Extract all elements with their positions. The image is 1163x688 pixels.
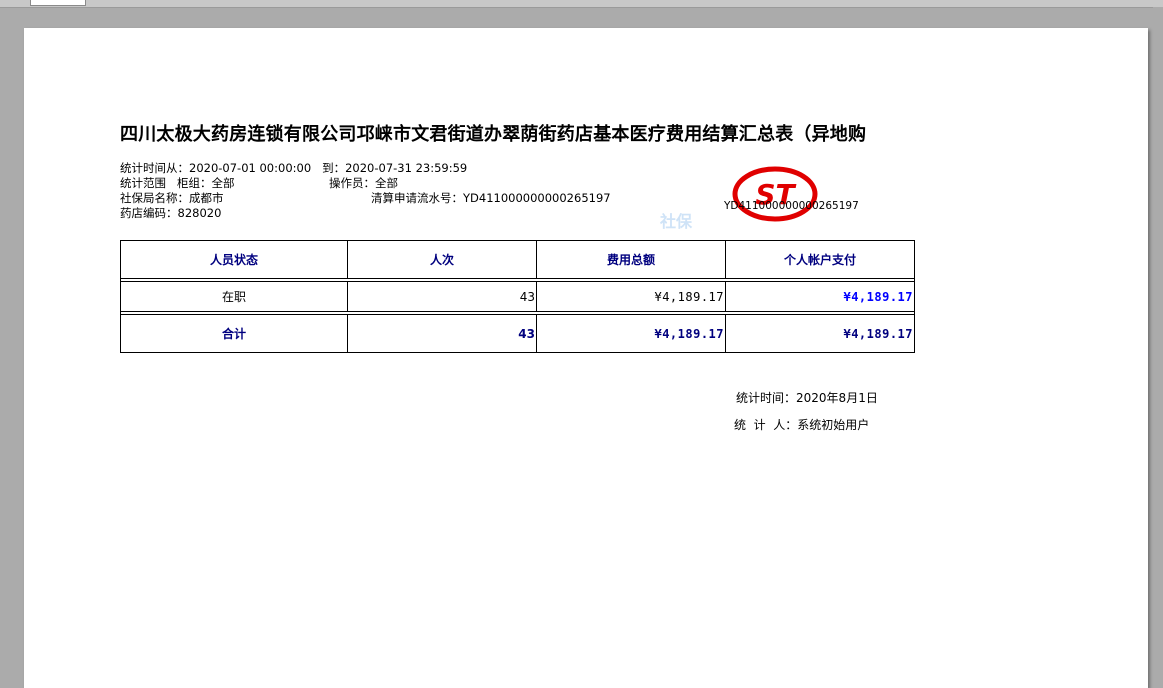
report-title: 四川太极大药房连锁有限公司邛崃市文君街道办翠荫街药店基本医疗费用结算汇总表（异地… xyxy=(120,124,867,145)
header-count: 人次 xyxy=(347,240,537,279)
scope-label: 统计范围 xyxy=(120,176,166,190)
total-personal: ¥4,189.17 xyxy=(725,314,915,353)
serial-label: 清算申请流水号： xyxy=(371,191,463,205)
total-amount: ¥4,189.17 xyxy=(536,314,726,353)
stamp-seal-icon: ST xyxy=(732,166,818,222)
operator-value: 全部 xyxy=(375,176,398,190)
period-line: 统计时间从：2020-07-01 00:00:00 到：2020-07-31 2… xyxy=(120,161,467,175)
viewer-right-margin xyxy=(1153,7,1163,678)
bureau-label: 社保局名称： xyxy=(120,191,189,205)
bureau-line: 社保局名称：成都市 xyxy=(120,191,224,205)
header-status: 人员状态 xyxy=(120,240,348,279)
stat-time-value: 2020年8月1日 xyxy=(796,391,878,405)
serial-line: 清算申请流水号：YD411000000000265197 xyxy=(371,191,611,205)
serial-value: YD411000000000265197 xyxy=(463,191,611,205)
settlement-table: 人员状态 人次 费用总额 个人帐户支付 在职 43 ¥4,189.17 ¥4,1… xyxy=(120,240,915,353)
stat-person-label: 统 计 人： xyxy=(734,418,798,432)
table-row: 在职 43 ¥4,189.17 ¥4,189.17 xyxy=(120,281,915,312)
total-label: 合计 xyxy=(120,314,348,353)
store-code-value: 828020 xyxy=(177,206,222,220)
stamp-serial: YD411000000000265197 xyxy=(724,200,859,212)
period-label: 统计时间从： xyxy=(120,161,189,175)
watermark-text: 社保 xyxy=(660,212,693,231)
bureau-value: 成都市 xyxy=(189,191,224,205)
store-code-label: 药店编码： xyxy=(120,206,178,220)
table-header-row: 人员状态 人次 费用总额 个人帐户支付 xyxy=(120,240,915,279)
total-count: 43 xyxy=(347,314,537,353)
cell-count: 43 xyxy=(347,281,537,312)
toolbar-tab[interactable] xyxy=(30,0,86,6)
store-code-line: 药店编码：828020 xyxy=(120,206,221,220)
counter-value: 全部 xyxy=(211,176,235,190)
header-personal: 个人帐户支付 xyxy=(725,240,915,279)
table-total-row: 合计 43 ¥4,189.17 ¥4,189.17 xyxy=(120,314,915,353)
stat-person-line: 统 计 人：系统初始用户 xyxy=(734,416,869,433)
viewer-toolbar xyxy=(0,0,1163,8)
cell-total: ¥4,189.17 xyxy=(536,281,726,312)
operator-line: 操作员：全部 xyxy=(329,176,398,190)
operator-label: 操作员： xyxy=(329,176,375,190)
header-total: 费用总额 xyxy=(536,240,726,279)
stat-time-line: 统计时间：2020年8月1日 xyxy=(736,389,878,406)
period-from: 2020-07-01 00:00:00 xyxy=(189,161,312,175)
scope-line: 统计范围 柜组：全部 xyxy=(120,176,234,190)
report-page: 四川太极大药房连锁有限公司邛崃市文君街道办翠荫街药店基本医疗费用结算汇总表（异地… xyxy=(24,28,1148,688)
counter-label: 柜组： xyxy=(176,176,212,190)
period-to-label: 到： xyxy=(322,161,346,175)
cell-status: 在职 xyxy=(120,281,348,312)
cell-personal: ¥4,189.17 xyxy=(725,281,915,312)
stat-time-label: 统计时间： xyxy=(736,391,797,405)
period-to: 2020-07-31 23:59:59 xyxy=(345,161,468,175)
stat-person-value: 系统初始用户 xyxy=(797,418,870,432)
